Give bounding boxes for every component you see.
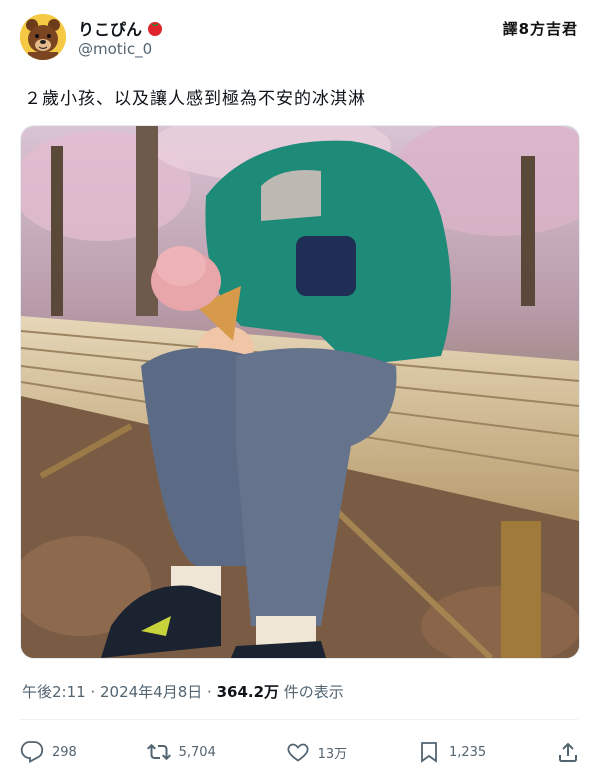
repost-icon <box>146 743 171 761</box>
divider <box>20 719 578 720</box>
display-name[interactable]: りこぴん <box>78 16 142 40</box>
tweet-date[interactable]: 2024年4月8日 <box>100 683 202 701</box>
heart-icon <box>287 743 309 762</box>
name-row[interactable]: りこぴん <box>78 16 164 40</box>
tweet-header: りこぴん @motic_0 譯8方吉君 <box>20 12 580 64</box>
bookmark-button[interactable]: 1,235 <box>417 740 486 764</box>
reply-count: 298 <box>52 744 77 760</box>
meta-separator: · <box>85 683 100 701</box>
watermark: 譯8方吉君 <box>502 20 578 38</box>
view-count: 364.2万 <box>216 683 280 701</box>
user-handle[interactable]: @motic_0 <box>78 40 152 58</box>
view-label: 件の表示 <box>279 683 344 701</box>
reply-icon <box>20 741 44 764</box>
tweet-photo[interactable] <box>20 125 580 659</box>
repost-count: 5,704 <box>178 744 216 760</box>
tweet-meta: 午後2:11 · 2024年4月8日 · 364.2万 件の表示 <box>22 681 344 702</box>
repost-button[interactable]: 5,704 <box>146 740 216 764</box>
action-bar: 298 5,704 13万 1,235 <box>20 730 580 774</box>
avatar[interactable] <box>20 14 66 60</box>
bear-avatar-icon <box>20 14 66 60</box>
like-count: 13万 <box>317 746 348 762</box>
tomato-icon <box>148 22 163 36</box>
tweet-time[interactable]: 午後2:11 <box>22 683 86 701</box>
like-button[interactable]: 13万 <box>286 740 348 764</box>
meta-separator: · <box>202 683 217 701</box>
tweet-text: ２歲小孩、以及讓人感到極為不安的冰淇淋 <box>24 89 366 109</box>
share-icon <box>559 742 577 762</box>
photo-illustration <box>21 126 579 658</box>
bookmark-icon <box>421 742 437 763</box>
bookmark-count: 1,235 <box>448 744 487 760</box>
share-button[interactable] <box>556 740 580 764</box>
reply-button[interactable]: 298 <box>20 740 77 764</box>
